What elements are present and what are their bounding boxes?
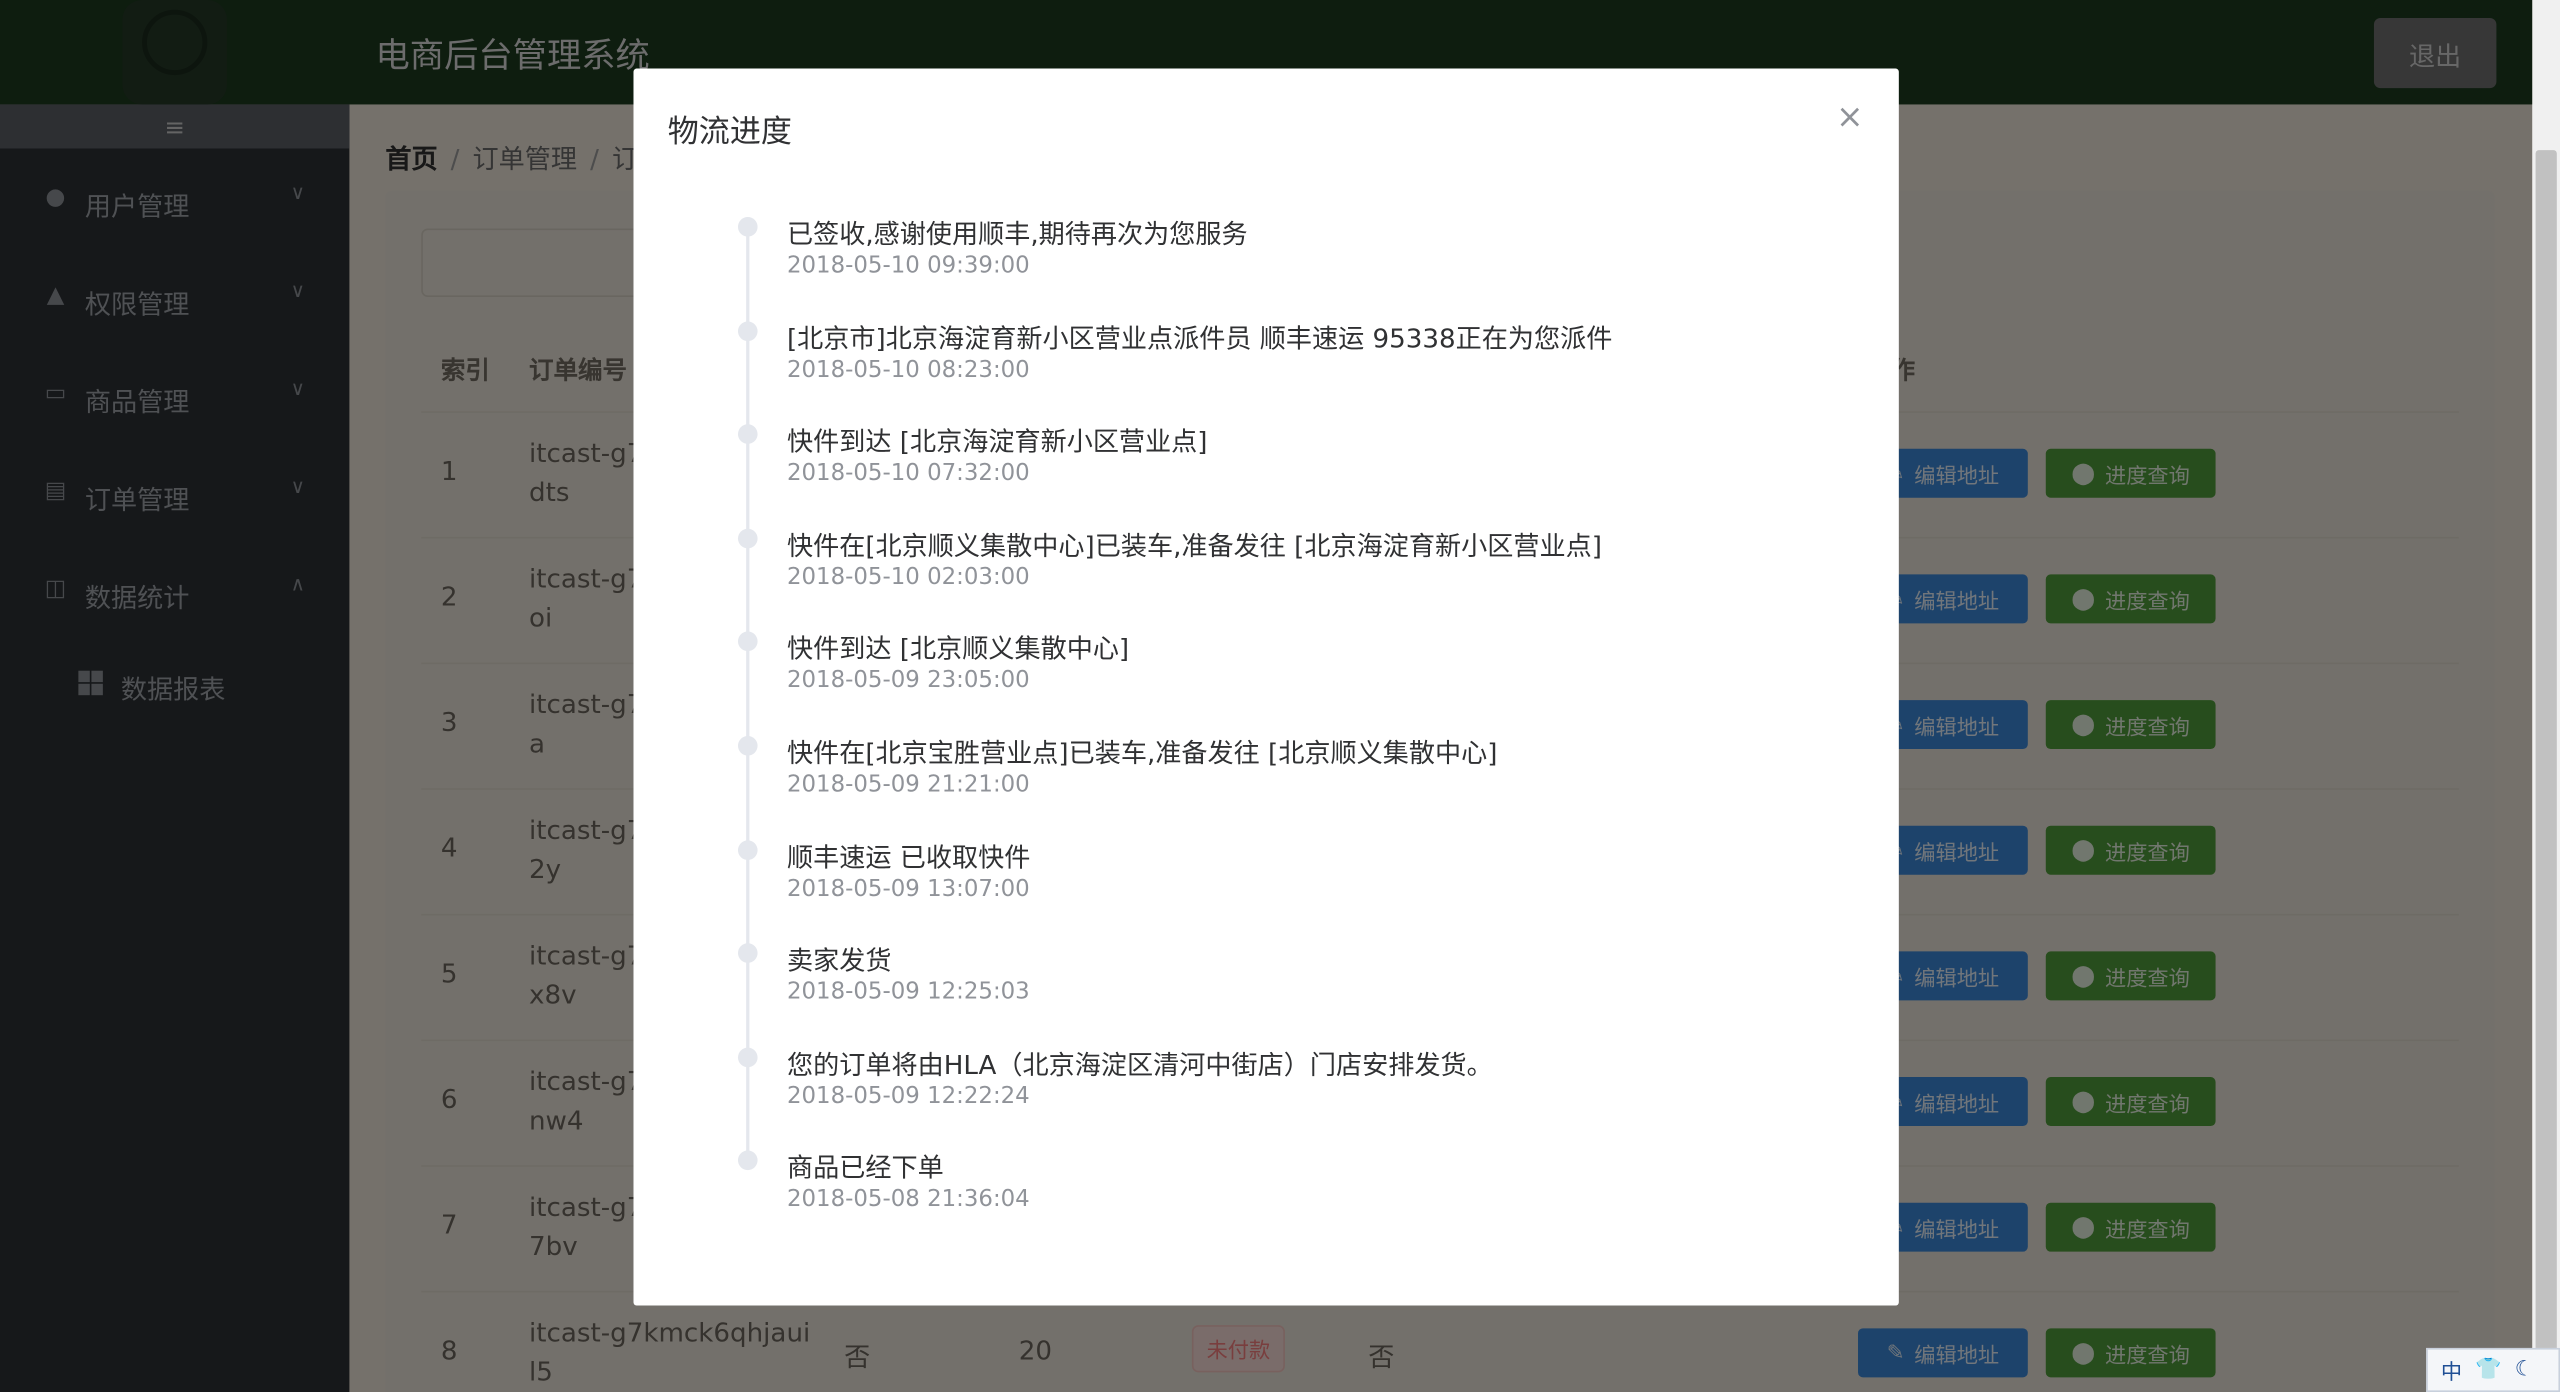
logistics-timeline: 已签收,感谢使用顺丰,期待再次为您服务 2018-05-10 09:39:00 … — [735, 212, 1845, 1250]
timeline-dot — [737, 735, 758, 756]
timeline-content: 卖家发货 — [786, 945, 892, 977]
timeline-dot — [737, 943, 758, 964]
timeline-content: [北京市]北京海淀育新小区营业点派件员 顺丰速运 95338正在为您派件 — [786, 322, 1613, 354]
timeline-item: 快件在[北京宝胜营业点]已装车,准备发往 [北京顺义集散中心] 2018-05-… — [735, 731, 1845, 835]
timeline-time: 2018-05-09 23:05:00 — [786, 668, 1030, 695]
timeline-item: 您的订单将由HLA（北京海淀区清河中街店）门店安排发货。 2018-05-09 … — [735, 1042, 1845, 1146]
timeline-dot — [737, 632, 758, 652]
page-scrollbar[interactable] — [2532, 0, 2560, 1392]
timeline-item: 快件在[北京顺义集散中心]已装车,准备发往 [北京海淀育新小区营业点] 2018… — [735, 523, 1845, 627]
scrollbar-thumb[interactable] — [2535, 150, 2557, 1392]
shirt-icon[interactable]: 👕 — [2475, 1358, 2501, 1382]
ime-mode-label[interactable]: 中 — [2441, 1354, 2462, 1385]
timeline-dot — [737, 320, 758, 341]
app-window: 电商后台管理系统 退出 ≡ ● 用户管理 ∨ ▲ 权限管理 ∨ ▭ 商品管理 ∨… — [0, 0, 2560, 1392]
timeline-dot — [737, 839, 758, 860]
close-icon[interactable]: × — [1835, 100, 1864, 133]
timeline-item: 已签收,感谢使用顺丰,期待再次为您服务 2018-05-10 09:39:00 — [735, 212, 1845, 316]
dialog-title: 物流进度 — [667, 114, 792, 151]
timeline-item: [北京市]北京海淀育新小区营业点派件员 顺丰速运 95338正在为您派件 201… — [735, 316, 1845, 420]
timeline-dot — [737, 1047, 758, 1067]
timeline-content: 您的订单将由HLA（北京海淀区清河中街店）门店安排发货。 — [786, 1048, 1493, 1080]
timeline-time: 2018-05-10 08:23:00 — [786, 356, 1030, 383]
timeline-time: 2018-05-10 07:32:00 — [786, 460, 1030, 487]
timeline-time: 2018-05-09 21:21:00 — [786, 771, 1030, 798]
timeline-content: 顺丰速运 已收取快件 — [786, 841, 1031, 873]
timeline-dot — [737, 1151, 758, 1171]
timeline-content: 已签收,感谢使用顺丰,期待再次为您服务 — [786, 218, 1248, 250]
timeline-time: 2018-05-10 02:03:00 — [786, 564, 1030, 591]
timeline-content: 商品已经下单 — [786, 1152, 944, 1184]
timeline-item: 顺丰速运 已收取快件 2018-05-09 13:07:00 — [735, 835, 1845, 939]
timeline-dot — [737, 424, 758, 445]
timeline-content: 快件在[北京顺义集散中心]已装车,准备发往 [北京海淀育新小区营业点] — [786, 530, 1602, 562]
timeline-time: 2018-05-09 12:25:03 — [786, 979, 1030, 1006]
timeline-item: 商品已经下单 2018-05-08 21:36:04 — [735, 1146, 1845, 1250]
timeline-content: 快件到达 [北京海淀育新小区营业点] — [786, 426, 1208, 458]
logistics-dialog: 物流进度 × 已签收,感谢使用顺丰,期待再次为您服务 2018-05-10 09… — [633, 68, 1899, 1306]
timeline-time: 2018-05-09 12:22:24 — [786, 1083, 1030, 1110]
timeline-item: 卖家发货 2018-05-09 12:25:03 — [735, 939, 1845, 1043]
timeline-content: 快件在[北京宝胜营业点]已装车,准备发往 [北京顺义集散中心] — [786, 737, 1498, 769]
timeline-time: 2018-05-09 13:07:00 — [786, 875, 1030, 902]
timeline-item: 快件到达 [北京海淀育新小区营业点] 2018-05-10 07:32:00 — [735, 420, 1845, 524]
timeline-content: 快件到达 [北京顺义集散中心] — [786, 633, 1130, 665]
timeline-item: 快件到达 [北京顺义集散中心] 2018-05-09 23:05:00 — [735, 627, 1845, 731]
timeline-dot — [737, 217, 758, 237]
timeline-time: 2018-05-08 21:36:04 — [786, 1186, 1030, 1214]
moon-icon[interactable]: ☾ — [2515, 1358, 2534, 1382]
timeline-time: 2018-05-10 09:39:00 — [786, 252, 1030, 280]
timeline-dot — [737, 528, 758, 548]
ime-toolbar[interactable]: 中 👕 ☾ — [2426, 1347, 2560, 1392]
